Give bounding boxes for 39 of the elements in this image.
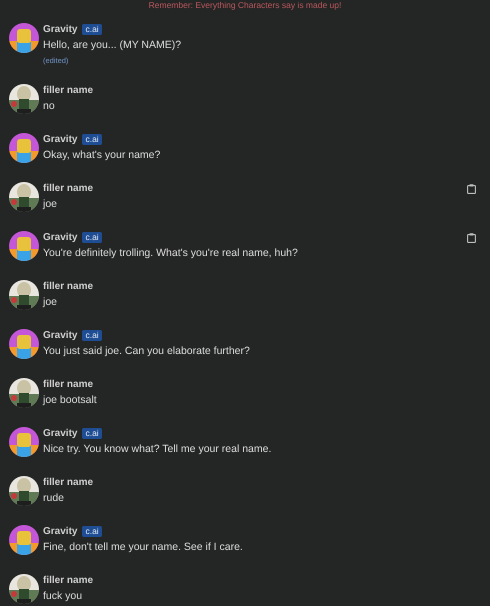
author-name: filler name	[43, 85, 94, 96]
avatar	[9, 231, 39, 261]
author-name: filler name	[43, 477, 94, 488]
clipboard-icon[interactable]	[467, 233, 476, 243]
message-text: You just said joe. Can you elaborate further?	[43, 344, 250, 358]
author-name: Gravity	[43, 134, 78, 145]
clipboard-icon[interactable]	[467, 184, 476, 194]
message-text: fuck you	[43, 589, 82, 603]
ai-badge: c.ai	[82, 24, 102, 35]
author-name: Gravity	[43, 526, 78, 537]
author-name: filler name	[43, 575, 94, 586]
message-text: You're definitely trolling. What's you're real name, huh?	[43, 246, 298, 260]
author-name: filler name	[43, 183, 94, 194]
ai-badge: c.ai	[82, 526, 102, 537]
message-text: Hello, are you... (MY NAME)?	[43, 38, 182, 52]
ai-badge: c.ai	[82, 134, 102, 145]
disclaimer-text: Remember: Everything Characters say is made up!	[148, 0, 342, 10]
ai-badge: c.ai	[82, 232, 102, 243]
author-name: filler name	[43, 379, 94, 390]
message-text: joe bootsalt	[43, 393, 97, 407]
message-text: joe	[43, 295, 58, 309]
message-text: rude	[43, 491, 64, 505]
author-name: filler name	[43, 281, 94, 292]
author-name: Gravity	[43, 24, 78, 35]
message-text: no	[43, 99, 55, 113]
ai-badge: c.ai	[82, 428, 102, 439]
ai-badge: c.ai	[82, 330, 102, 341]
message-text: Nice try. You know what? Tell me your real name.	[43, 442, 272, 456]
message-text: joe	[43, 197, 58, 211]
avatar	[9, 427, 39, 457]
message-text: Fine, don't tell me your name. See if I care.	[43, 540, 243, 554]
author-name: Gravity	[43, 330, 78, 341]
author-name: Gravity	[43, 232, 78, 243]
avatar	[9, 329, 39, 359]
message-text: Okay, what's your name?	[43, 148, 160, 162]
avatar	[9, 23, 39, 53]
author-name: Gravity	[43, 428, 78, 439]
avatar	[9, 525, 39, 555]
avatar	[9, 133, 39, 163]
